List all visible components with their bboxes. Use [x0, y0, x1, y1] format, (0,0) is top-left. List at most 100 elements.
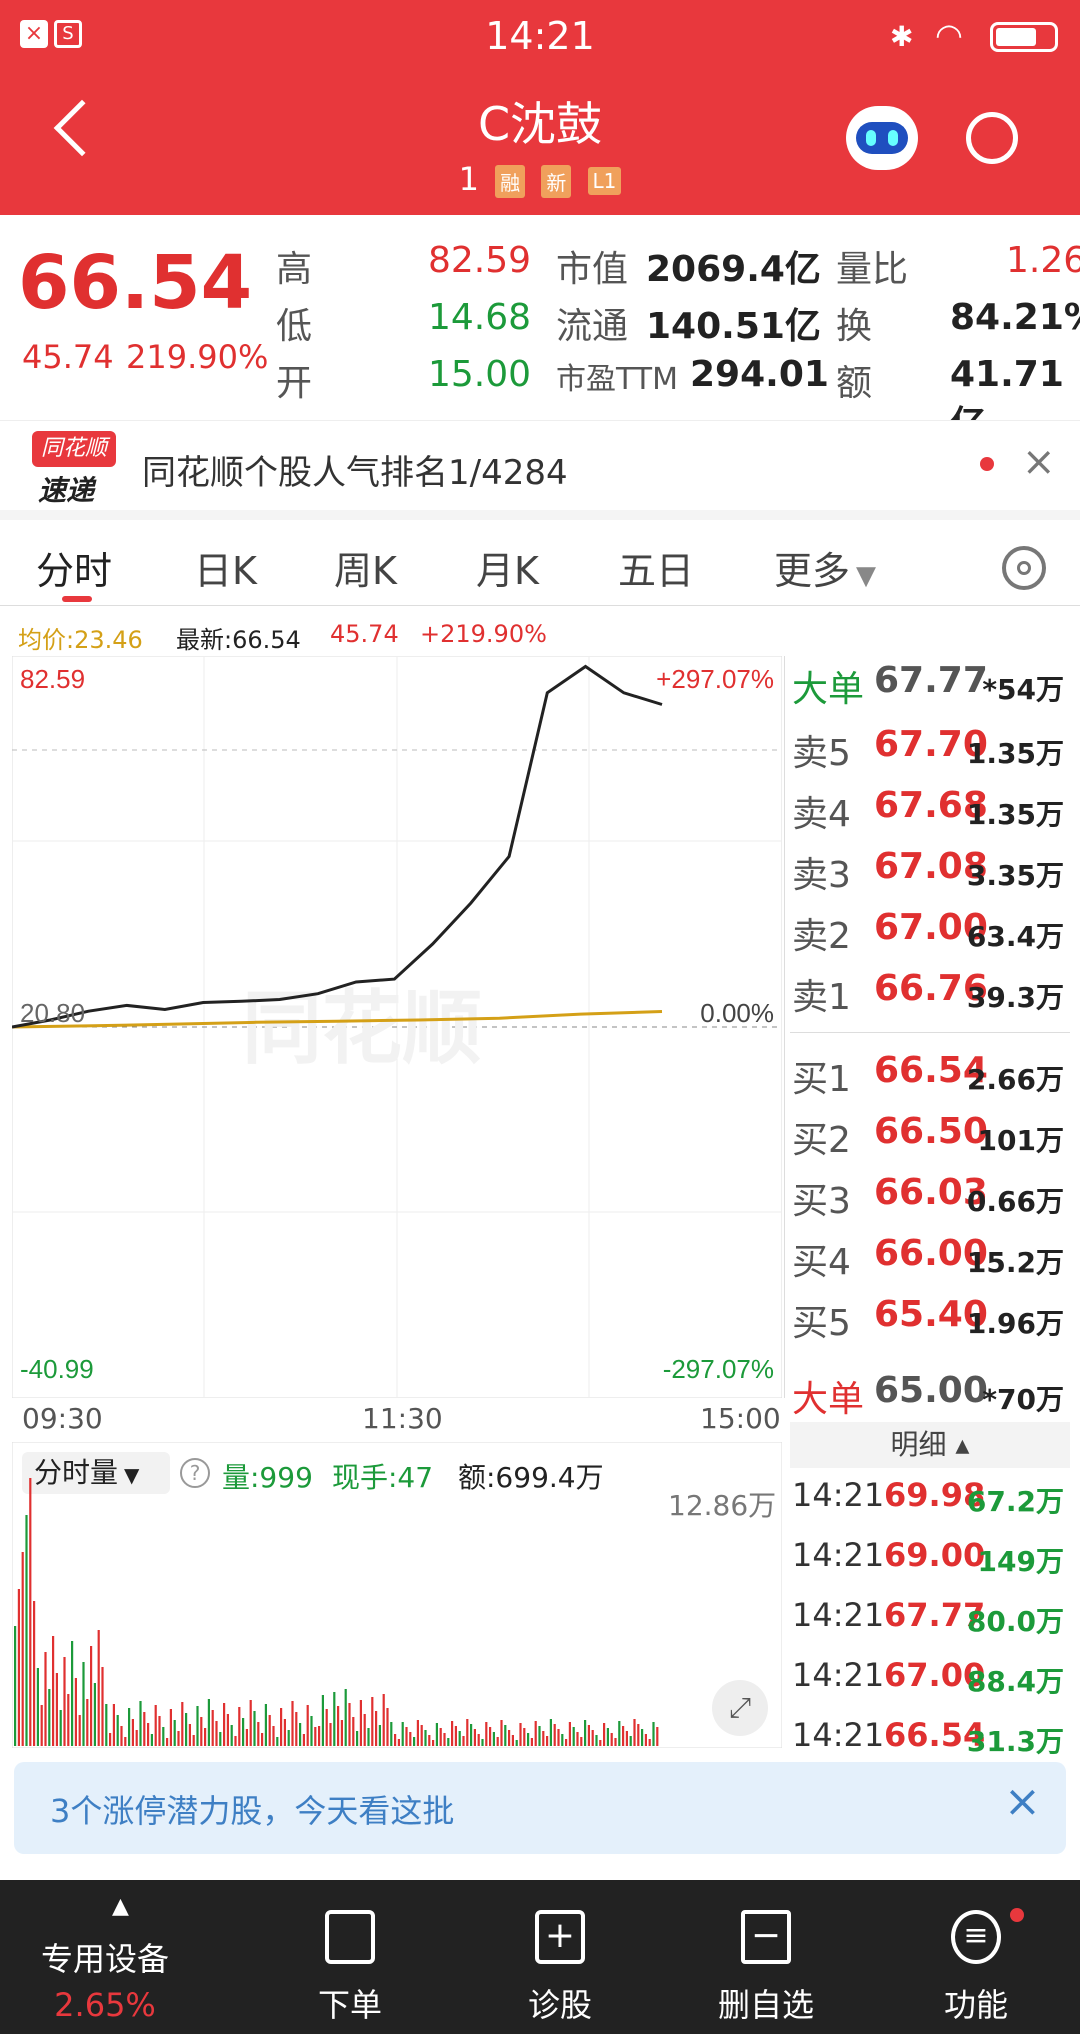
- nav-diagnose[interactable]: + 诊股: [460, 1880, 660, 2034]
- bid-price: 66.50: [874, 1111, 988, 1152]
- document-icon: [325, 1910, 375, 1964]
- menu-circle-icon: ≡: [951, 1910, 1001, 1964]
- volume-bar: [656, 1727, 659, 1746]
- volume-bar: [485, 1722, 488, 1746]
- tick-row: 14:21 67.00 88.4万: [790, 1646, 1070, 1706]
- bid-row[interactable]: 买2 66.50 101万: [790, 1103, 1070, 1161]
- volume-bar: [599, 1740, 602, 1746]
- volume-bar: [568, 1722, 571, 1746]
- pct-min-label: -297.07%: [663, 1354, 774, 1384]
- bid-volume: 101万: [977, 1124, 1064, 1157]
- volume-bar: [211, 1710, 214, 1746]
- ask-volume: 1.35万: [966, 737, 1064, 770]
- big-order-top[interactable]: 大单 67.77 *54万: [790, 652, 1070, 710]
- ask-row[interactable]: 卖2 67.00 63.4万: [790, 899, 1070, 957]
- nav-sector-label: 专用设备: [40, 1940, 169, 1978]
- volume-bar: [36, 1668, 39, 1746]
- tick-row: 14:21 66.54 31.3万: [790, 1706, 1070, 1766]
- wifi-icon: ◠: [935, 16, 963, 54]
- volume-bar: [17, 1589, 20, 1746]
- big-order-top-vol: *54万: [982, 673, 1064, 706]
- x-label-noon: 11:30: [362, 1402, 443, 1435]
- volume-bar: [572, 1727, 575, 1746]
- tab-five-day[interactable]: 五日: [618, 540, 694, 595]
- volume-bar: [321, 1695, 324, 1746]
- tab-intraday[interactable]: 分时: [36, 540, 112, 595]
- ask-row[interactable]: 卖3 67.08 3.35万: [790, 838, 1070, 896]
- volume-bar: [519, 1723, 522, 1746]
- promo-close-button[interactable]: ×: [1004, 1776, 1041, 1827]
- volume-ratio-label: 量比: [836, 249, 909, 290]
- y-min-label: -40.99: [20, 1354, 94, 1384]
- nav-sector[interactable]: ▲ 专用设备 2.65%: [0, 1880, 210, 2034]
- bid-row[interactable]: 买3 66.03 0.66万: [790, 1164, 1070, 1222]
- rank-number: 1: [458, 160, 479, 198]
- news-bar[interactable]: 同花顺 速递 同花顺个股人气排名1/4284 ×: [0, 420, 1080, 520]
- volume-bar: [356, 1731, 359, 1746]
- bid-volume: 15.2万: [966, 1246, 1064, 1279]
- bid-row[interactable]: 买1 66.54 2.66万: [790, 1042, 1070, 1100]
- volume-bar: [618, 1721, 621, 1746]
- volume-bar: [295, 1712, 298, 1746]
- volume-bar: [428, 1735, 431, 1746]
- volume-bar: [591, 1730, 594, 1746]
- volume-bar: [386, 1708, 389, 1746]
- search-button[interactable]: [966, 112, 1018, 164]
- volume-bar: [344, 1689, 347, 1746]
- volume-bar: [496, 1737, 499, 1746]
- unread-dot-icon: [980, 457, 994, 471]
- volume-bar: [367, 1728, 370, 1746]
- volume-bar: [473, 1729, 476, 1746]
- volume-chart: [12, 1442, 782, 1748]
- volume-bar: [542, 1731, 545, 1746]
- volume-bar: [557, 1729, 560, 1746]
- volume-bar: [477, 1734, 480, 1746]
- volume-bar: [219, 1732, 222, 1746]
- fullscreen-icon[interactable]: ⤢: [712, 1680, 768, 1736]
- volume-bar: [264, 1704, 267, 1746]
- ask-row[interactable]: 卖1 66.76 39.3万: [790, 960, 1070, 1018]
- volume-bar: [257, 1722, 260, 1746]
- change-pct-info: +219.90%: [420, 620, 547, 648]
- tab-weekly-k[interactable]: 周K: [334, 540, 397, 595]
- volume-bar: [135, 1730, 138, 1746]
- news-text: 同花顺个股人气排名1/4284: [142, 453, 568, 493]
- detail-toggle[interactable]: 明细 ▴: [790, 1422, 1070, 1468]
- bid-label: 买4: [792, 1242, 851, 1283]
- volume-bar: [614, 1738, 617, 1746]
- promo-banner[interactable]: 3个涨停潜力股，今天看这批 ×: [14, 1762, 1066, 1854]
- volume-bar: [234, 1736, 237, 1746]
- settings-gear-icon[interactable]: [1002, 546, 1046, 590]
- volume-bar: [242, 1718, 245, 1746]
- nav-remove-watch[interactable]: − 删自选: [666, 1880, 866, 2034]
- robot-assistant-icon[interactable]: [846, 106, 918, 170]
- news-close-button[interactable]: ×: [1022, 439, 1056, 485]
- volume-bar: [500, 1720, 503, 1746]
- volume-bar: [162, 1727, 165, 1746]
- tick-volume: 88.4万: [966, 1665, 1064, 1698]
- big-order-bottom[interactable]: 大单 65.00 *70万: [790, 1362, 1070, 1420]
- tab-monthly-k[interactable]: 月K: [476, 540, 539, 595]
- tab-daily-k[interactable]: 日K: [194, 540, 257, 595]
- ask-row[interactable]: 卖4 67.68 1.35万: [790, 777, 1070, 835]
- tag-l1: L1: [587, 167, 622, 195]
- volume-bar: [549, 1719, 552, 1746]
- volume-bar: [489, 1727, 492, 1746]
- tab-more[interactable]: 更多 ▼: [774, 540, 876, 595]
- volume-bar: [287, 1730, 290, 1746]
- chevron-down-icon: ▼: [856, 561, 877, 591]
- nav-order[interactable]: 下单: [250, 1880, 450, 2034]
- big-order-bottom-vol: *70万: [982, 1383, 1064, 1416]
- volume-bar: [150, 1734, 153, 1746]
- ask-row[interactable]: 卖5 67.70 1.35万: [790, 716, 1070, 774]
- volume-bar: [652, 1722, 655, 1746]
- amount-label: 额: [836, 363, 873, 404]
- volume-bar: [375, 1711, 378, 1746]
- intraday-price-chart[interactable]: 同花顺 82.59 20.80 -40.99 +297.07% 0.00% -2…: [12, 656, 782, 1398]
- volume-bar: [230, 1725, 233, 1746]
- bid-row[interactable]: 买5 65.40 1.96万: [790, 1286, 1070, 1344]
- volume-bar: [188, 1724, 191, 1746]
- nav-functions[interactable]: ≡ 功能: [876, 1880, 1076, 2034]
- volume-bar: [580, 1737, 583, 1746]
- bid-row[interactable]: 买4 66.00 15.2万: [790, 1225, 1070, 1283]
